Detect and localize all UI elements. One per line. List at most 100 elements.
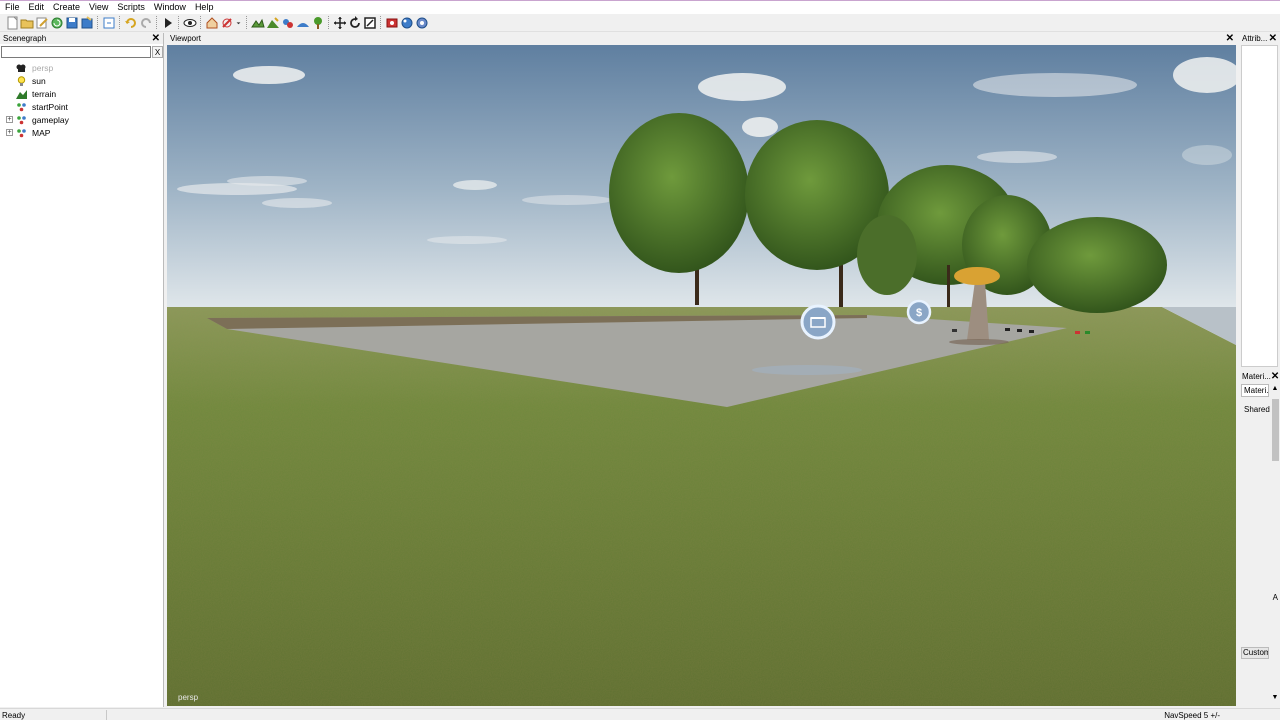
scenegraph-item-persp[interactable]: persp: [0, 61, 163, 74]
scenegraph-search-input[interactable]: [1, 46, 152, 58]
menu-scripts[interactable]: Scripts: [112, 1, 149, 14]
no-tool-icon[interactable]: [219, 15, 234, 30]
attributes-panel: Attrib... ✕: [1239, 33, 1280, 369]
menu-help[interactable]: Help: [190, 1, 218, 14]
viewport-panel: Viewport ✕ $ persp: [166, 33, 1237, 707]
expand-icon[interactable]: +: [6, 129, 13, 136]
rotate-icon[interactable]: [347, 15, 362, 30]
menu-window[interactable]: Window: [149, 1, 190, 14]
history-icon[interactable]: [101, 15, 116, 30]
save-icon[interactable]: [64, 15, 79, 30]
foliage-icon[interactable]: [280, 15, 295, 30]
scenegraph-title: Scenegraph: [3, 34, 47, 43]
edit-icon[interactable]: [34, 15, 49, 30]
scenegraph-item-map[interactable]: + MAP: [0, 126, 163, 139]
viewport-camera-label: persp: [178, 693, 199, 702]
status-bar: Ready NavSpeed 5 +/-: [0, 708, 1280, 720]
status-separator: [106, 710, 107, 720]
light-bulb-icon: [16, 75, 27, 86]
attributes-title: Attrib...: [1242, 34, 1268, 43]
materials-title: Materi...: [1242, 372, 1271, 381]
materials-scroll-thumb[interactable]: [1272, 399, 1279, 461]
toolbar-separator: [328, 16, 329, 29]
house-icon[interactable]: [204, 15, 219, 30]
attributes-close-icon[interactable]: ✕: [1269, 33, 1277, 44]
toolbar-separator: [119, 16, 120, 29]
scenegraph-item-label: MAP: [32, 127, 51, 138]
materials-close-icon[interactable]: ✕: [1271, 371, 1279, 382]
new-file-icon[interactable]: [4, 15, 19, 30]
materials-header: Materi... ✕: [1239, 371, 1280, 382]
viewport-scene: $: [167, 45, 1236, 706]
status-text: Ready: [2, 711, 26, 720]
viewport-canvas[interactable]: $ persp: [167, 45, 1236, 706]
materials-mark: A: [1272, 593, 1278, 602]
viewport-header: Viewport ✕: [166, 33, 1237, 44]
redo-icon[interactable]: [138, 15, 153, 30]
render-icon[interactable]: [384, 15, 399, 30]
refresh-icon[interactable]: [49, 15, 64, 30]
menu-create[interactable]: Create: [48, 1, 84, 14]
transform-group-icon: [16, 128, 27, 138]
camera-icon: [16, 63, 27, 73]
scenegraph-item-terrain[interactable]: terrain: [0, 87, 163, 100]
play-icon[interactable]: [160, 15, 175, 30]
menu-file[interactable]: File: [0, 1, 24, 14]
settings-icon[interactable]: [414, 15, 429, 30]
attributes-body: [1241, 45, 1278, 367]
scenegraph-panel: Scenegraph ✕ X persp sun terrain startPoint…: [0, 33, 164, 707]
scenegraph-tree: persp sun terrain startPoint + gameplay + MAP: [0, 61, 163, 139]
toolbar-separator: [178, 16, 179, 29]
menu-edit[interactable]: Edit: [24, 1, 49, 14]
toolbar-separator: [97, 16, 98, 29]
scenegraph-item-label: startPoint: [32, 101, 68, 112]
toolbar-separator: [380, 16, 381, 29]
menu-bar: File Edit Create View Scripts Window Help: [0, 0, 1280, 14]
scenegraph-search-row: X: [0, 46, 163, 58]
shop-trigger-icon[interactable]: [800, 304, 836, 340]
eye-icon[interactable]: [182, 15, 197, 30]
transform-group-icon: [16, 115, 27, 125]
tree-icon[interactable]: [310, 15, 325, 30]
viewport-title: Viewport: [170, 34, 201, 43]
toolbar-separator: [246, 16, 247, 29]
scenegraph-clear-button[interactable]: X: [152, 46, 163, 58]
scenegraph-header: Scenegraph ✕: [0, 33, 163, 44]
scenegraph-item-label: gameplay: [32, 114, 69, 125]
toolbar: [0, 14, 1280, 32]
svg-text:$: $: [916, 307, 922, 319]
toolbar-separator: [200, 16, 201, 29]
scenegraph-item-startpoint[interactable]: startPoint: [0, 100, 163, 113]
terrain-smooth-icon[interactable]: [295, 15, 310, 30]
scroll-up-icon[interactable]: ▲: [1271, 385, 1279, 395]
scroll-down-icon[interactable]: ▼: [1271, 694, 1279, 704]
scenegraph-item-label: sun: [32, 75, 46, 86]
materials-tab[interactable]: Materi...: [1241, 384, 1269, 397]
nav-speed-text: NavSpeed 5 +/-: [1164, 711, 1220, 720]
material-icon[interactable]: [399, 15, 414, 30]
toolbar-separator: [156, 16, 157, 29]
expand-icon[interactable]: +: [6, 116, 13, 123]
terrain-icon: [16, 89, 27, 99]
terrain-paint-icon[interactable]: [250, 15, 265, 30]
materials-panel: Materi... ✕ Materi... ▲ Shared A Custom …: [1239, 371, 1280, 707]
terrain-raise-icon[interactable]: [265, 15, 280, 30]
scenegraph-item-label: terrain: [32, 88, 57, 99]
attributes-header: Attrib... ✕: [1239, 33, 1280, 44]
scenegraph-item-gameplay[interactable]: + gameplay: [0, 113, 163, 126]
move-icon[interactable]: [332, 15, 347, 30]
viewport-close-icon[interactable]: ✕: [1226, 33, 1234, 44]
shared-label: Shared: [1244, 405, 1270, 414]
menu-view[interactable]: View: [84, 1, 112, 14]
scenegraph-close-icon[interactable]: ✕: [152, 33, 160, 44]
scenegraph-item-label: persp: [32, 62, 54, 73]
dropdown-arrow-icon[interactable]: [234, 15, 243, 30]
undo-icon[interactable]: [123, 15, 138, 30]
sell-point-icon[interactable]: $: [906, 299, 932, 325]
open-folder-icon[interactable]: [19, 15, 34, 30]
transform-group-icon: [16, 102, 27, 112]
custom-button[interactable]: Custom: [1241, 647, 1269, 659]
scale-icon[interactable]: [362, 15, 377, 30]
scenegraph-item-sun[interactable]: sun: [0, 74, 163, 87]
export-icon[interactable]: [79, 15, 94, 30]
